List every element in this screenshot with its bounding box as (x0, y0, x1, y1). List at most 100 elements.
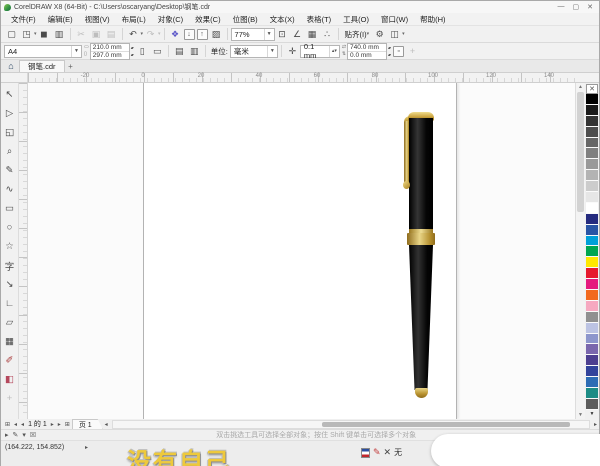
new-document-tab-button[interactable]: + (65, 60, 77, 72)
chevron-down-icon[interactable]: ▾ (158, 31, 161, 37)
color-swatch-4[interactable] (586, 126, 598, 138)
color-swatch-1[interactable] (586, 94, 598, 105)
color-swatch-8[interactable] (586, 170, 598, 182)
color-swatch-25[interactable] (586, 355, 598, 367)
landscape-button[interactable]: ▭ (151, 45, 164, 58)
menu-item-10[interactable]: 窗口(W) (375, 14, 414, 25)
color-swatch-12[interactable] (586, 213, 598, 225)
vertical-scroll-thumb[interactable] (577, 92, 584, 212)
zoom-tool[interactable]: ⌕ (2, 142, 18, 161)
color-swatch-13[interactable] (586, 224, 598, 236)
document-page[interactable] (143, 83, 457, 419)
vertical-ruler[interactable] (19, 83, 28, 419)
application-launcher-button[interactable]: ◫ (388, 28, 401, 41)
shape-tool[interactable]: ▷ (2, 104, 18, 123)
scroll-up-icon[interactable]: ▲ (576, 84, 585, 90)
snap-to-dropdown[interactable]: 贴齐(I) ▾ (342, 29, 373, 40)
close-button[interactable]: ✕ (587, 3, 593, 11)
outline-pen-icon[interactable]: ✎ (373, 447, 381, 458)
current-page-button[interactable]: ▥ (188, 45, 201, 58)
search-content-button[interactable]: ❖ (169, 28, 182, 41)
palette-scroll-down-icon[interactable]: ▼ (586, 410, 598, 418)
horizontal-ruler[interactable]: -20 0 20 40 60 80 100 120 140 (28, 73, 575, 82)
new-document-button[interactable]: ▢ (5, 28, 18, 41)
color-swatch-6[interactable] (586, 148, 598, 160)
rectangle-tool[interactable]: ▭ (2, 199, 18, 218)
color-swatch-15[interactable] (586, 246, 598, 258)
color-swatch-9[interactable] (586, 181, 598, 193)
menu-item-4[interactable]: 对象(C) (152, 14, 189, 25)
undo-button[interactable]: ↶ (127, 28, 140, 41)
no-color-swatch[interactable]: ✕ (586, 84, 598, 94)
freehand-tool[interactable]: ✎ (2, 161, 18, 180)
color-swatch-27[interactable] (586, 377, 598, 389)
chevron-down-icon[interactable]: ▾ (402, 31, 405, 37)
page-tab[interactable]: 页 1 (72, 419, 103, 429)
menu-item-11[interactable]: 帮助(H) (414, 14, 451, 25)
fullscreen-button[interactable]: ⊡ (276, 28, 289, 41)
polygon-tool[interactable]: ☆ (2, 237, 18, 256)
save-button[interactable]: ◼ (38, 28, 51, 41)
add-page-icon[interactable]: ⊞ (63, 421, 72, 428)
menu-item-6[interactable]: 位图(B) (227, 14, 264, 25)
pick-tool[interactable]: ↖ (2, 85, 18, 104)
pen-settings-icon[interactable]: ✎ (13, 431, 19, 439)
scroll-down-icon[interactable]: ▼ (576, 412, 585, 418)
units-combo[interactable]: 毫米 ▼ (229, 44, 278, 58)
options-button[interactable]: ⚙ (373, 28, 386, 41)
pen-artwork[interactable] (144, 83, 456, 419)
menu-item-5[interactable]: 效果(C) (189, 14, 226, 25)
drop-shadow-tool[interactable]: ▱ (2, 313, 18, 332)
color-profile-icon[interactable] (361, 447, 370, 458)
ellipse-tool[interactable]: ○ (2, 218, 18, 237)
next-page-icon[interactable]: ▸ (49, 421, 56, 428)
color-swatch-22[interactable] (586, 322, 598, 334)
color-swatch-16[interactable] (586, 257, 598, 269)
color-eyedropper-tool[interactable]: ✐ (2, 351, 18, 370)
all-pages-button[interactable]: ▤ (173, 45, 186, 58)
horizontal-scrollbar[interactable] (111, 419, 590, 429)
page-size-combo[interactable]: A4 ▼ (4, 44, 82, 58)
previous-page-icon[interactable]: ◂ (19, 421, 26, 428)
show-grid-button[interactable]: ▦ (306, 28, 319, 41)
open-button[interactable]: ◳ (20, 28, 33, 41)
menu-item-2[interactable]: 视图(V) (79, 14, 116, 25)
drawing-canvas[interactable] (28, 83, 575, 419)
text-tool[interactable]: 字 (2, 256, 18, 275)
spinner-arrows-icon[interactable]: ▴▾ ▴▾ (131, 44, 134, 58)
color-swatch-7[interactable] (586, 159, 598, 171)
horizontal-scroll-thumb[interactable] (322, 421, 570, 427)
spinner-arrows-icon[interactable]: ▴▾ ▴▾ (388, 44, 391, 58)
menu-item-8[interactable]: 表格(T) (301, 14, 338, 25)
maximize-button[interactable]: ▢ (573, 3, 580, 11)
color-swatch-17[interactable] (586, 268, 598, 280)
color-swatch-18[interactable] (586, 279, 598, 291)
ruler-origin-corner[interactable] (1, 73, 28, 82)
color-swatch-24[interactable] (586, 344, 598, 356)
dimension-tool[interactable]: ↘ (2, 275, 18, 294)
crop-tool[interactable]: ◱ (2, 123, 18, 142)
color-swatch-14[interactable] (586, 235, 598, 247)
menu-item-3[interactable]: 布局(L) (116, 14, 152, 25)
chevron-down-icon[interactable]: ▾ (22, 431, 26, 439)
color-swatch-28[interactable] (586, 388, 598, 399)
portrait-button[interactable]: ▯ (136, 45, 149, 58)
chevron-down-icon[interactable]: ▾ (34, 31, 37, 37)
scroll-right-icon[interactable]: ▸ (592, 421, 599, 428)
duplicate-y-input[interactable]: 0.0 mm (348, 52, 386, 59)
duplicate-distance[interactable]: ⇄ ⇅ 740.0 mm 0.0 mm ▴▾ ▴▾ (342, 42, 391, 60)
last-page-icon[interactable]: ▸ (56, 421, 63, 428)
menu-item-0[interactable]: 文件(F) (5, 14, 42, 25)
welcome-home-tab[interactable]: ⌂ (3, 60, 19, 72)
page-width-input[interactable]: 210.0 mm (90, 44, 129, 52)
nudge-distance-input[interactable]: 0.1 mm ▴▾ (299, 42, 340, 60)
artistic-media-tool[interactable]: ∿ (2, 180, 18, 199)
export-button[interactable]: ↑ (196, 28, 208, 40)
menu-item-1[interactable]: 编辑(E) (42, 14, 79, 25)
menu-item-9[interactable]: 工具(O) (337, 14, 375, 25)
show-guidelines-button[interactable]: ∴ (321, 28, 334, 41)
color-swatch-5[interactable] (586, 137, 598, 149)
color-swatch-26[interactable] (586, 366, 598, 378)
color-swatch-3[interactable] (586, 115, 598, 127)
add-page-icon[interactable]: ⊞ (3, 421, 12, 428)
